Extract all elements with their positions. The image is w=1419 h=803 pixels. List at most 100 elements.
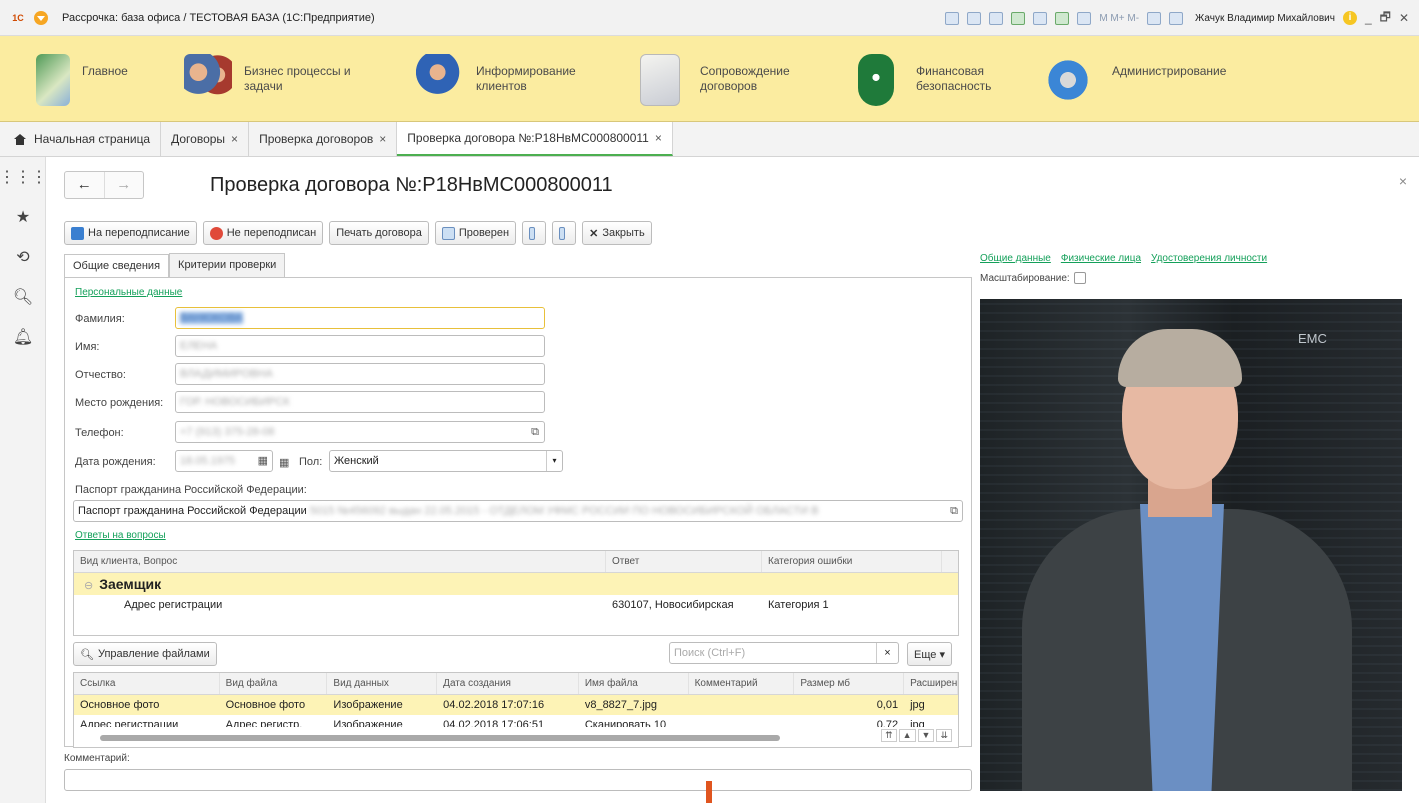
comment-field[interactable]: [64, 769, 972, 791]
patronymic-field[interactable]: ВЛАДИМИРОВНА: [175, 363, 545, 385]
link-icon[interactable]: [1011, 11, 1026, 25]
structure-button[interactable]: [552, 221, 577, 245]
save-icon[interactable]: [945, 11, 960, 25]
name-value: ЕЛЕНА: [180, 340, 218, 352]
close-button[interactable]: ✕ Закрыть: [582, 221, 652, 245]
sort-button[interactable]: [522, 221, 547, 245]
patronymic-label: Отчество:: [75, 369, 126, 381]
passport-open-icon[interactable]: ⧉: [946, 501, 958, 521]
phone-field[interactable]: +7 (913) 375-28-08 ⧉: [175, 421, 545, 443]
scale-checkbox[interactable]: [1073, 272, 1086, 284]
table-row-group[interactable]: ⊖ Заемщик: [74, 573, 958, 595]
close-form-icon[interactable]: ×: [1399, 173, 1407, 189]
preview-icon[interactable]: [989, 11, 1004, 25]
prev-row-icon[interactable]: ▲: [898, 729, 916, 742]
section-main[interactable]: Главное: [36, 36, 128, 122]
print-icon[interactable]: [967, 11, 982, 25]
collapse-icon[interactable]: ⊖: [84, 580, 93, 592]
minimize-button[interactable]: _: [1365, 11, 1372, 25]
group-row: ⊖ Заемщик: [74, 573, 606, 595]
column-header[interactable]: Ответ: [606, 551, 762, 572]
copy-icon[interactable]: [1033, 11, 1048, 25]
table-row[interactable]: Адрес регистрации Адрес регистр. Изображ…: [74, 715, 958, 727]
info-icon[interactable]: i: [1342, 11, 1357, 25]
passport-field[interactable]: Паспорт гражданина Российской Федерации …: [73, 500, 963, 522]
birthdate-field[interactable]: 18.05.1975 ▦: [175, 450, 273, 472]
button-label: Не переподписан: [226, 227, 317, 239]
column-header[interactable]: Вид данных: [327, 673, 438, 694]
column-header[interactable]: Ссылка: [74, 673, 220, 694]
first-row-icon[interactable]: ⇈: [881, 729, 897, 742]
phone-link-icon[interactable]: ⧉: [531, 422, 539, 442]
cursor-marker: [706, 781, 712, 803]
tab-close-icon[interactable]: ×: [379, 132, 386, 146]
tab-close-icon[interactable]: ×: [655, 131, 662, 145]
apps-icon[interactable]: ⋮⋮⋮: [0, 157, 47, 197]
calendar-picker-icon[interactable]: ▦: [279, 456, 289, 469]
column-header[interactable]: Дата создания: [437, 673, 579, 694]
checked-button[interactable]: Проверен: [434, 221, 517, 245]
search-icon[interactable]: 🔍︎: [0, 277, 46, 317]
column-header[interactable]: Категория ошибки: [762, 551, 942, 572]
history-icon[interactable]: ⟲: [0, 237, 46, 277]
table-row[interactable]: Адрес регистрации 630107, Новосибирская …: [74, 595, 958, 615]
calendar-icon[interactable]: ▦: [258, 451, 268, 471]
clear-icon[interactable]: ×: [876, 643, 898, 663]
back-button[interactable]: ←: [65, 172, 104, 198]
section-administration[interactable]: Администрирование: [1044, 36, 1284, 122]
resign-button[interactable]: На переподписание: [64, 221, 197, 245]
tab-contracts[interactable]: Договоры ×: [161, 122, 250, 156]
memory-buttons[interactable]: M M+ M-: [1099, 13, 1139, 24]
restore-button[interactable]: 🗗: [1380, 8, 1391, 29]
manage-files-button[interactable]: 🔍︎ Управление файлами: [73, 642, 217, 666]
tab-contract-checks[interactable]: Проверка договоров ×: [249, 122, 398, 156]
section-contracts[interactable]: Сопровождение договоров: [640, 36, 830, 122]
next-row-icon[interactable]: ▼: [917, 729, 935, 742]
section-label: Финансовая безопасность: [916, 64, 992, 93]
id-documents-link[interactable]: Удостоверения личности: [1151, 253, 1267, 264]
birthplace-field[interactable]: ГОР. НОВОСИБИРСК: [175, 391, 545, 413]
emc-logo: EMC: [1298, 331, 1327, 346]
tab-contract-check[interactable]: Проверка договора №:Р18НвМС000800011 ×: [397, 122, 673, 156]
main-menu-button[interactable]: [34, 10, 48, 25]
column-header[interactable]: Имя файла: [579, 673, 689, 694]
more-button[interactable]: Еще ▾: [907, 642, 952, 666]
name-field[interactable]: ЕЛЕНА: [175, 335, 545, 357]
favorites-icon[interactable]: ★: [0, 197, 46, 237]
column-header[interactable]: Вид клиента, Вопрос: [74, 551, 606, 572]
tab-criteria[interactable]: Критерии проверки: [169, 253, 286, 277]
answers-link[interactable]: Ответы на вопросы: [75, 530, 166, 541]
zoom-icon[interactable]: [1147, 11, 1162, 25]
section-financial-security[interactable]: Финансовая безопасность: [858, 36, 1038, 122]
last-row-icon[interactable]: ⇊: [936, 729, 952, 742]
chevron-down-icon[interactable]: ▾: [546, 451, 562, 471]
bell-icon[interactable]: 🔔︎: [0, 317, 46, 357]
close-window-button[interactable]: ✕: [1399, 11, 1409, 25]
table-row[interactable]: Основное фото Основное фото Изображение …: [74, 695, 958, 715]
current-user[interactable]: Жачук Владимир Михайлович: [1195, 13, 1335, 24]
not-resigned-button[interactable]: Не переподписан: [202, 221, 324, 245]
column-header[interactable]: Комментарий: [689, 673, 795, 694]
calendar-icon[interactable]: [1077, 11, 1092, 25]
personal-data-link[interactable]: Персональные данные: [75, 287, 182, 298]
column-header[interactable]: Расширен: [904, 673, 958, 694]
tab-general[interactable]: Общие сведения: [64, 254, 170, 278]
panels-icon[interactable]: [1169, 11, 1184, 25]
individuals-link[interactable]: Физические лица: [1061, 253, 1141, 264]
section-client-info[interactable]: Информирование клиентов: [416, 36, 616, 122]
tab-close-icon[interactable]: ×: [231, 132, 238, 146]
column-header[interactable]: Вид файла: [220, 673, 328, 694]
arrow-icon: [71, 226, 84, 240]
form-tabs: Общие сведения Критерии проверки: [64, 253, 286, 278]
calculator-icon[interactable]: [1055, 11, 1070, 25]
search-input[interactable]: Поиск (Ctrl+F) ×: [669, 642, 899, 664]
column-header[interactable]: Размер мб: [794, 673, 905, 694]
horizontal-scrollbar[interactable]: [100, 735, 780, 741]
forward-button[interactable]: →: [103, 172, 144, 198]
surname-field[interactable]: ВАНЮКОВА: [175, 307, 545, 329]
gender-select[interactable]: Женский ▾: [329, 450, 563, 472]
print-contract-button[interactable]: Печать договора: [329, 221, 429, 245]
general-data-link[interactable]: Общие данные: [980, 253, 1051, 264]
tab-home[interactable]: Начальная страница: [0, 122, 162, 156]
section-business-processes[interactable]: Бизнес процессы и задачи: [184, 36, 374, 122]
